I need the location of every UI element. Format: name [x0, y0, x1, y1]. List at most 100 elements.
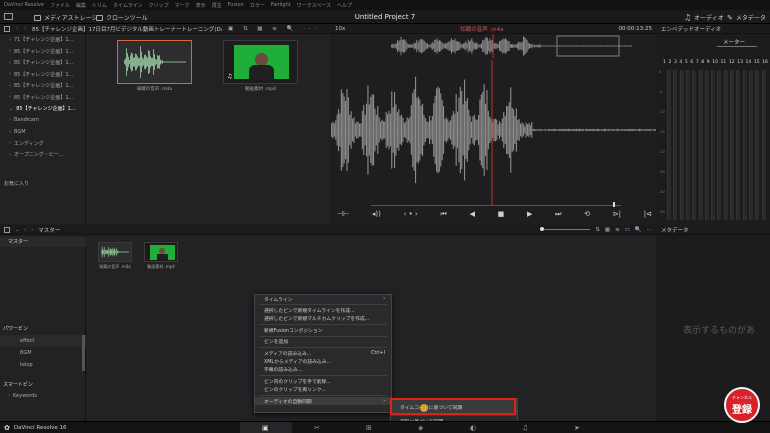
clip-thumbnail-audio[interactable] — [117, 40, 192, 84]
context-menu-item[interactable]: 新規Fusionコンポジション — [255, 326, 391, 334]
powerbin-telop[interactable]: telop — [20, 362, 33, 368]
sidebar-toggle-icon[interactable] — [4, 25, 10, 32]
chevron-right-icon[interactable]: › — [9, 83, 11, 89]
thumb-size-slider[interactable] — [540, 227, 591, 231]
smartbin-keywords[interactable]: › Keywords — [8, 393, 37, 399]
page-media-tab[interactable]: ▣ — [240, 422, 292, 433]
powerbin-effect[interactable]: effect — [20, 338, 34, 344]
context-menu-item[interactable]: 字幕の読み込み... — [255, 366, 391, 374]
powerbin-bgm[interactable]: BGM — [20, 350, 32, 356]
in-point-icon[interactable]: ⊳| — [613, 210, 621, 218]
menu-item[interactable]: クリップ — [149, 2, 169, 9]
menu-item[interactable]: 編集 — [76, 2, 86, 9]
waveform-overview[interactable] — [331, 34, 656, 58]
bin-folder[interactable]: › 71【チャレンジ企画】1... — [0, 34, 85, 46]
context-menu-item[interactable]: 選択したビンで新規マルチカムクリップを作成... — [255, 315, 391, 323]
clip-thumbnail-video[interactable]: ♫ — [223, 40, 298, 84]
deliver-page-icon[interactable]: ➤ — [574, 424, 580, 432]
context-menu-item[interactable]: XMLからメディアの読み込み... — [255, 357, 391, 365]
color-page-icon[interactable]: ◐ — [470, 424, 476, 432]
jog-icon[interactable]: ‹ • › — [404, 210, 418, 218]
context-menu-item[interactable]: タイムライン › — [255, 295, 391, 303]
list-view-icon[interactable]: ≡ — [615, 227, 620, 233]
master-clip-audio[interactable] — [98, 242, 132, 262]
chevron-right-icon[interactable]: › — [9, 140, 11, 146]
context-menu-item[interactable]: メディアの読み込み... Ctrl+I — [255, 349, 391, 357]
reverse-play-icon[interactable]: ◀ — [470, 210, 475, 218]
search-icon[interactable]: 🔍 — [635, 227, 642, 233]
chevron-down-icon[interactable]: ⌄ — [15, 227, 19, 233]
cut-page-icon[interactable]: ✂ — [314, 424, 320, 432]
stop-icon[interactable]: ■ — [498, 210, 505, 218]
out-point-icon[interactable]: |⊲ — [644, 210, 652, 218]
bin-folder[interactable]: › 85【チャレンジ企画】1... — [0, 80, 85, 92]
menu-item[interactable]: Fusion — [228, 2, 244, 8]
go-to-end-icon[interactable]: ⏭ — [555, 210, 561, 219]
menu-item[interactable]: DaVinci Resolve — [4, 2, 44, 8]
audio-track-icon[interactable]: ⊣⊢ — [337, 210, 349, 218]
scrub-bar[interactable] — [371, 205, 621, 206]
zoom-select[interactable]: 10x — [335, 26, 345, 32]
clip-view-icons[interactable]: ▣ ⇅ ▦ ≡ 🔍 ··· — [228, 26, 320, 32]
menu-item[interactable]: タイムライン — [113, 2, 143, 9]
bin-folder[interactable]: › 85【チャレンジ企画】1... — [0, 69, 85, 81]
bin-folder[interactable]: ⌄ 85【チャレンジ企画】1... — [0, 103, 85, 115]
bin-folder[interactable]: › 85【チャレンジ企画】1... — [0, 92, 85, 104]
sidebar-toggle-icon[interactable] — [4, 226, 10, 233]
menu-item[interactable]: 表示 — [196, 2, 206, 9]
edit-page-icon[interactable]: ⊞ — [366, 424, 372, 432]
chevron-right-icon[interactable]: › — [9, 37, 11, 43]
filmstrip-icon[interactable]: ▭ — [625, 227, 630, 233]
menu-item[interactable]: 再生 — [212, 2, 222, 9]
audio-button[interactable]: ♫ オーディオ — [684, 13, 724, 22]
context-menu-item[interactable]: ビンを追加 — [255, 338, 391, 346]
back-icon[interactable]: ‹ — [16, 26, 18, 32]
context-menu-item[interactable]: 選択したビンで新規タイムラインを作成... — [255, 306, 391, 314]
scrub-handle[interactable] — [613, 202, 615, 207]
more-icon[interactable]: ··· — [647, 227, 652, 233]
bin-folder[interactable]: › 85【チャレンジ企画】1... — [0, 46, 85, 58]
waveform-main[interactable] — [331, 60, 656, 206]
tab-meter[interactable]: メーター — [723, 38, 745, 46]
play-icon[interactable]: ▶ — [527, 210, 532, 218]
chevron-right-icon[interactable]: › — [9, 94, 11, 100]
context-menu-item[interactable]: ビン内のクリップを手で削除... — [255, 377, 391, 385]
subscribe-badge[interactable]: チャンネル 登録 — [724, 387, 760, 423]
menu-item[interactable]: トリム — [92, 2, 107, 9]
menu-item[interactable]: ヘルプ — [337, 2, 352, 9]
fairlight-page-icon[interactable]: ♫ — [522, 424, 528, 432]
context-menu-item[interactable]: ビンのクリップを再リンク... — [255, 386, 391, 394]
chevron-right-icon[interactable]: › — [9, 71, 11, 77]
bin-folder[interactable]: › BGM — [0, 126, 85, 138]
chevron-right-icon[interactable]: › — [9, 152, 11, 158]
chevron-right-icon[interactable]: › — [9, 60, 11, 66]
menu-item[interactable]: ファイル — [50, 2, 70, 9]
master-clip-video[interactable] — [144, 242, 178, 262]
menu-item[interactable]: カラー — [250, 2, 265, 9]
forward-icon[interactable]: › — [31, 227, 33, 233]
bin-folder[interactable]: › エンディング — [0, 138, 85, 150]
master-bin-item[interactable]: マスター — [0, 237, 86, 247]
menu-item[interactable]: Fairlight — [271, 2, 291, 8]
bin-folder[interactable]: › オープニング・ビー... — [0, 149, 85, 161]
go-to-start-icon[interactable]: ⏮ — [441, 210, 447, 219]
scrollbar[interactable] — [82, 335, 85, 371]
fusion-page-icon[interactable]: ◈ — [418, 424, 423, 432]
menu-item[interactable]: マーク — [175, 2, 190, 9]
forward-icon[interactable]: › — [24, 26, 26, 32]
sort-icon[interactable]: ⇅ — [595, 227, 600, 233]
menu-item[interactable]: ワークスペース — [297, 2, 331, 9]
back-icon[interactable]: ‹ — [24, 227, 26, 233]
bin-folder[interactable]: › 85【チャレンジ企画】1... — [0, 57, 85, 69]
metadata-button[interactable]: ✎ メタデータ — [727, 13, 766, 23]
chevron-right-icon[interactable]: › — [9, 48, 11, 54]
grid-view-icon[interactable]: ▦ — [605, 227, 610, 233]
loop-icon[interactable]: ⟲ — [584, 210, 590, 218]
context-menu: タイムライン › 選択したビンで新規タイムラインを作成... 選択したビンで新規マルチ… — [254, 294, 392, 413]
chevron-down-icon[interactable]: ⌄ — [9, 106, 13, 112]
bin-folder[interactable]: › Bandicam — [0, 115, 85, 127]
chevron-right-icon[interactable]: › — [9, 129, 11, 135]
context-menu-item[interactable]: オーディオの自動同期 › — [255, 396, 391, 406]
volume-icon[interactable]: ◂)) — [372, 210, 381, 218]
chevron-right-icon[interactable]: › — [9, 117, 11, 123]
